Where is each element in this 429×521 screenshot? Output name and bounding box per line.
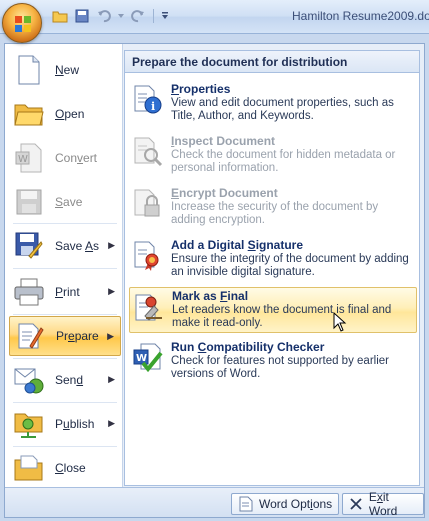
mark-as-final-title: Mark as Final bbox=[172, 289, 249, 303]
save-as-command[interactable]: Save As ▶ bbox=[9, 226, 121, 266]
publish-icon bbox=[13, 408, 45, 440]
inspect-document-item: Inspect Document Check the document for … bbox=[129, 133, 417, 177]
save-icon[interactable] bbox=[72, 7, 92, 25]
svg-text:W: W bbox=[136, 353, 147, 364]
submenu-arrow-icon: ▶ bbox=[108, 286, 115, 296]
send-icon bbox=[13, 364, 45, 396]
save-command: Save bbox=[9, 182, 121, 222]
close-command[interactable]: Close bbox=[9, 448, 121, 488]
printer-icon bbox=[13, 276, 45, 308]
compatibility-checker-item[interactable]: W Run Compatibility Checker Check for fe… bbox=[129, 339, 417, 383]
open-folder-icon bbox=[13, 98, 45, 130]
exit-word-button[interactable]: Exit Word bbox=[342, 490, 424, 518]
menu-separator bbox=[13, 402, 117, 403]
mark-as-final-description: Let readers know the document is final a… bbox=[172, 304, 392, 329]
save-as-icon bbox=[13, 230, 45, 262]
undo-icon[interactable] bbox=[94, 7, 114, 25]
compatibility-checker-description: Check for features not supported by earl… bbox=[171, 355, 389, 380]
send-command[interactable]: Send ▶ bbox=[9, 360, 121, 400]
properties-icon: i bbox=[131, 83, 165, 117]
quick-access-toolbar bbox=[50, 7, 171, 25]
save-label: Save bbox=[55, 195, 83, 209]
prepare-icon bbox=[14, 320, 46, 352]
menu-footer: Word Options Exit Word bbox=[5, 487, 424, 518]
new-command[interactable]: New bbox=[9, 50, 121, 90]
title-bar: Hamilton Resume2009.do bbox=[0, 0, 429, 43]
encrypt-document-item: Encrypt Document Increase the security o… bbox=[129, 185, 417, 229]
word-options-label: Word Options bbox=[259, 497, 333, 511]
prepare-command[interactable]: Prepare ▶ bbox=[9, 316, 121, 356]
customize-icon[interactable] bbox=[159, 7, 171, 25]
convert-label: Convert bbox=[55, 151, 98, 165]
svg-text:i: i bbox=[151, 100, 155, 113]
menu-separator bbox=[13, 223, 117, 224]
submenu-arrow-icon: ▶ bbox=[108, 240, 115, 250]
convert-command: W Convert bbox=[9, 138, 121, 178]
print-label: Print bbox=[55, 285, 80, 299]
open-command[interactable]: Open bbox=[9, 94, 121, 134]
print-command[interactable]: Print ▶ bbox=[9, 272, 121, 312]
publish-label: Publish bbox=[55, 417, 95, 431]
mark-final-icon bbox=[132, 290, 166, 324]
save-as-label: Save As bbox=[55, 239, 100, 253]
dropdown-icon[interactable] bbox=[116, 7, 126, 25]
prepare-submenu: Prepare the document for distribution i … bbox=[124, 50, 420, 486]
redo-icon[interactable] bbox=[128, 7, 148, 25]
encrypt-document-description: Increase the security of the document by… bbox=[171, 201, 379, 226]
menu-separator bbox=[13, 446, 117, 447]
encrypt-lock-icon bbox=[131, 187, 165, 221]
properties-item[interactable]: i Properties View and edit document prop… bbox=[129, 81, 417, 125]
close-folder-icon bbox=[13, 452, 45, 484]
inspect-document-description: Check the document for hidden metadata o… bbox=[171, 149, 396, 174]
digital-signature-title: Add a Digital Signature bbox=[171, 238, 304, 252]
digital-signature-description: Ensure the integrity of the document by … bbox=[171, 253, 409, 278]
office-logo-icon bbox=[15, 16, 31, 32]
office-button[interactable] bbox=[2, 3, 42, 43]
new-label: New bbox=[55, 63, 80, 77]
digital-signature-item[interactable]: Add a Digital Signature Ensure the integ… bbox=[129, 237, 417, 281]
svg-text:W: W bbox=[18, 154, 28, 165]
encrypt-document-title: Encrypt Document bbox=[171, 186, 278, 200]
inspect-document-title: Inspect Document bbox=[171, 134, 276, 148]
convert-icon: W bbox=[13, 142, 45, 174]
submenu-arrow-icon: ▶ bbox=[108, 374, 115, 384]
options-document-icon bbox=[238, 496, 254, 512]
compatibility-checker-title: Run Compatibility Checker bbox=[171, 340, 325, 354]
mouse-cursor-icon bbox=[333, 312, 347, 332]
prepare-label: Prepare bbox=[56, 329, 99, 343]
open-label: Open bbox=[55, 107, 85, 121]
word-options-button[interactable]: Word Options bbox=[231, 493, 340, 515]
close-x-icon bbox=[349, 496, 364, 512]
submenu-arrow-icon: ▶ bbox=[108, 418, 115, 428]
command-list: New Open W Convert Save Save As ▶ Print … bbox=[5, 44, 123, 487]
toolbar-separator bbox=[153, 9, 154, 23]
properties-title: Properties bbox=[171, 82, 231, 96]
digital-signature-icon bbox=[131, 239, 165, 273]
open-folder-icon[interactable] bbox=[50, 7, 70, 25]
document-title: Hamilton Resume2009.do bbox=[292, 9, 429, 23]
properties-description: View and edit document properties, such … bbox=[171, 97, 394, 122]
send-label: Send bbox=[55, 373, 84, 387]
close-label: Close bbox=[55, 461, 86, 475]
save-icon bbox=[13, 186, 45, 218]
menu-separator bbox=[13, 358, 117, 359]
compatibility-checker-icon: W bbox=[131, 341, 165, 375]
inspect-document-icon bbox=[131, 135, 165, 169]
menu-separator bbox=[13, 268, 117, 269]
office-menu: New Open W Convert Save Save As ▶ Print … bbox=[4, 43, 425, 518]
submenu-header: Prepare the document for distribution bbox=[125, 51, 419, 73]
publish-command[interactable]: Publish ▶ bbox=[9, 404, 121, 444]
new-document-icon bbox=[13, 54, 45, 86]
menu-separator bbox=[13, 314, 117, 315]
mark-as-final-item[interactable]: Mark as Final Let readers know the docum… bbox=[129, 287, 417, 333]
submenu-arrow-icon: ▶ bbox=[107, 331, 114, 341]
exit-word-label: Exit Word bbox=[368, 490, 398, 518]
